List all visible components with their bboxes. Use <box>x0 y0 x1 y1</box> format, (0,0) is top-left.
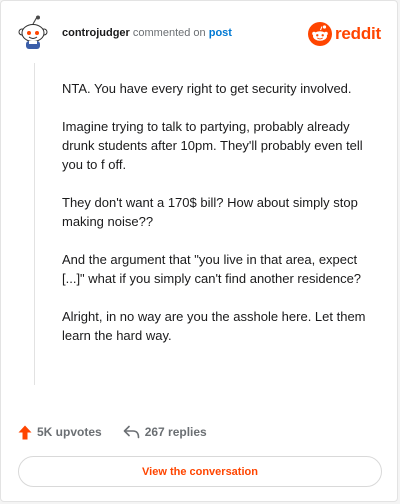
comment-actions: 5K upvotes 267 replies <box>18 422 207 442</box>
byline: controjudger commented on post <box>62 27 232 39</box>
reply-count: 267 replies <box>144 425 207 439</box>
comment-embed-card: controjudger commented on post reddit NT… <box>0 0 398 502</box>
username-link[interactable]: controjudger <box>62 27 130 39</box>
comment-paragraph: They don't want a 170$ bill? How about s… <box>62 195 358 229</box>
comment-body: NTA. You have every right to get securit… <box>62 79 376 364</box>
comment-paragraph: NTA. You have every right to get securit… <box>62 81 352 96</box>
comment-paragraph: Imagine trying to talk to partying, prob… <box>62 119 363 172</box>
comment-paragraph: Alright, in no way are you the asshole h… <box>62 309 366 343</box>
view-conversation-button[interactable]: View the conversation <box>18 456 382 487</box>
byline-action-text: commented on <box>132 27 206 39</box>
reddit-logo-icon <box>307 22 332 46</box>
upvote-button[interactable]: 5K upvotes <box>18 425 102 440</box>
upvote-arrow-icon <box>18 425 32 439</box>
view-conversation-label: View the conversation <box>142 465 258 478</box>
avatar[interactable] <box>17 15 49 51</box>
snoo-avatar-icon <box>18 15 48 49</box>
comment-paragraph: And the argument that "you live in that … <box>62 252 362 286</box>
reddit-brand[interactable]: reddit <box>307 21 381 47</box>
replies-button[interactable]: 267 replies <box>123 425 207 439</box>
upvote-count: 5K upvotes <box>37 425 102 439</box>
reddit-wordmark: reddit <box>334 24 381 43</box>
thread-line <box>34 63 35 385</box>
comment-header: controjudger commented on post reddit <box>17 15 383 51</box>
reply-arrow-icon <box>123 425 139 439</box>
post-link[interactable]: post <box>209 27 232 39</box>
